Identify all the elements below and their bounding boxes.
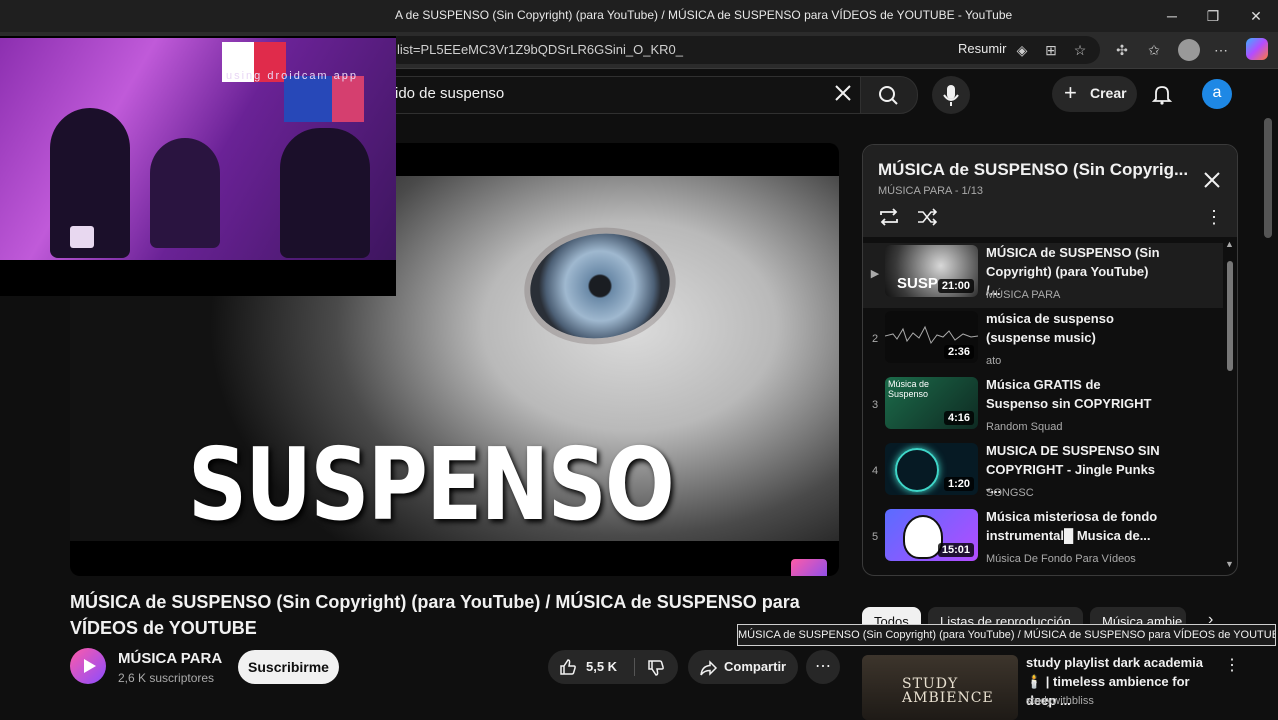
scroll-up-icon[interactable]: ▲ [1225,239,1234,249]
playlist-item-channel: SONGSC [986,487,1034,499]
search-query-text[interactable]: ido de suspenso [395,85,504,102]
page-scrollbar[interactable] [1264,118,1272,238]
recommendation-thumb-text: STUDY AMBIENCE [902,676,994,706]
app-icon[interactable]: ⊞ [1041,40,1061,60]
playlist-item-channel: Música De Fondo Para Vídeos [986,553,1136,565]
video-thumbnail[interactable]: SUSP 21:00 [885,245,978,297]
item-index: 5 [871,531,879,543]
favorite-star-icon[interactable]: ☆ [1070,40,1090,60]
thumb-text: Música de Suspenso [888,379,930,399]
create-button[interactable]: + Crear [1052,76,1137,112]
channel-watermark[interactable] [791,559,827,576]
ring-graphic [895,448,939,492]
video-thumbnail[interactable]: 1:20 [885,443,978,495]
duration-badge: 4:16 [943,411,974,425]
playlist-header: MÚSICA de SUSPENSO (Sin Copyrig... MÚSIC… [863,145,1237,237]
plus-icon: + [1064,80,1077,105]
subscriber-count: 2,6 K suscriptores [118,671,215,685]
divider [634,658,635,676]
create-label: Crear [1090,85,1127,101]
person-silhouette [280,128,370,258]
url-text[interactable]: list=PL5EEeMC3Vr1Z9bQDSrLR6GSini_O_KR0_ [397,42,683,57]
shuffle-icon[interactable] [915,207,939,227]
item-index: 4 [871,465,879,477]
channel-avatar[interactable] [70,648,106,684]
item-index: 3 [871,399,879,411]
playlist-item[interactable]: 5 15:01 Música misteriosa de fondo instr… [863,507,1223,572]
share-label: Compartir [724,659,787,674]
channel-name[interactable]: MÚSICA PARA [118,650,222,667]
like-dislike-group: 5,5 K [548,650,678,684]
playlist-scrollbar[interactable] [1227,261,1233,371]
thumbs-up-icon [560,659,576,675]
webcam-overlay: using droidcam app [0,36,396,296]
item-index: 2 [871,333,879,345]
account-avatar[interactable]: a [1202,79,1232,109]
loop-icon[interactable] [877,207,901,227]
thumbs-down-icon [648,660,664,676]
favorites-icon[interactable]: ✩ [1144,40,1164,60]
more-actions-button[interactable]: ⋯ [806,650,840,684]
duration-badge: 21:00 [937,279,974,293]
playlist-item-title: Música misteriosa de fondo instrumental█… [986,509,1158,543]
webcam-watermark: using droidcam app [226,70,359,82]
like-count: 5,5 K [586,659,618,674]
recommendation-channel[interactable]: studywithbliss [1026,695,1094,707]
share-button[interactable]: Compartir [688,650,798,684]
playlist-item[interactable]: 3 Música de Suspenso 4:16 Música GRATIS … [863,375,1223,440]
person-silhouette [150,138,220,248]
duration-badge: 1:20 [943,477,974,491]
window-title: A de SUSPENSO (Sin Copyright) (para YouT… [395,8,1013,22]
video-title: MÚSICA de SUSPENSO (Sin Copyright) (para… [70,592,800,638]
resume-button[interactable]: Resumir [958,41,1006,56]
duration-badge: 2:36 [943,345,974,359]
playlist-item[interactable]: 2 2:36 música de suspenso (suspense musi… [863,309,1223,374]
scroll-down-icon[interactable]: ▼ [1225,559,1234,569]
playlist-item[interactable]: ▶ SUSP 21:00 MÚSICA de SUSPENSO (Sin Cop… [863,243,1223,308]
playlist-item-title: Música GRATIS de Suspenso sin COPYRIGHT [986,377,1152,411]
thumbnail-word: SUSPENSO [188,426,675,543]
profile-icon[interactable] [1178,39,1200,61]
minimize-icon[interactable]: ─ [1162,6,1182,26]
playlist-item[interactable]: 4 1:20 MUSICA DE SUSPENSO SIN COPYRIGHT … [863,441,1223,506]
video-thumbnail[interactable]: Música de Suspenso 4:16 [885,377,978,429]
playlist-item-channel: MÚSICA PARA [986,289,1061,301]
close-playlist-icon[interactable] [1201,169,1223,191]
video-thumbnail[interactable]: 15:01 [885,509,978,561]
playlist-item-channel: ato [986,355,1002,367]
playlist-item-title: música de suspenso (suspense music) [986,311,1114,345]
playlist-item-channel: Random Squad [986,421,1063,433]
copilot-icon[interactable] [1246,38,1268,60]
now-playing-icon: ▶ [870,268,880,280]
recommendation-thumbnail[interactable]: STUDY AMBIENCE [862,655,1018,720]
recommendation-menu-icon[interactable]: ⋮ [1224,655,1240,675]
duration-badge: 15:01 [937,543,974,557]
clear-search-icon[interactable] [832,82,854,104]
search-icon [879,86,898,105]
dislike-button[interactable] [640,650,676,684]
cat-eye-image [523,224,677,348]
playlist-menu-icon[interactable]: ⋮ [1205,207,1223,228]
menu-dots-icon[interactable]: ⋯ [1211,40,1231,60]
extensions-icon[interactable]: ✣ [1112,40,1132,60]
flag-image [284,76,364,122]
search-button[interactable] [860,76,918,114]
cup-image [70,226,94,248]
playlist-panel: MÚSICA de SUSPENSO (Sin Copyrig... MÚSIC… [862,144,1238,576]
playlist-subtitle: MÚSICA PARA - 1/13 [878,185,983,197]
play-logo-icon [84,659,96,673]
title-tooltip: MÚSICA de SUSPENSO (Sin Copyright) (para… [737,624,1276,646]
mic-icon [943,85,959,106]
read-aloud-icon[interactable]: ◈ [1012,40,1032,60]
notifications-bell-icon[interactable] [1150,82,1174,106]
like-button[interactable]: 5,5 K [548,650,634,684]
subscribe-button[interactable]: Suscribirme [238,650,339,684]
close-window-icon[interactable]: ✕ [1246,6,1266,26]
video-thumbnail[interactable]: 2:36 [885,311,978,363]
thumb-text: SUSP [897,275,938,292]
voice-search-button[interactable] [932,76,970,114]
playlist-title[interactable]: MÚSICA de SUSPENSO (Sin Copyrig... [878,160,1188,180]
maximize-icon[interactable]: ❐ [1203,6,1223,26]
share-icon [700,660,718,676]
